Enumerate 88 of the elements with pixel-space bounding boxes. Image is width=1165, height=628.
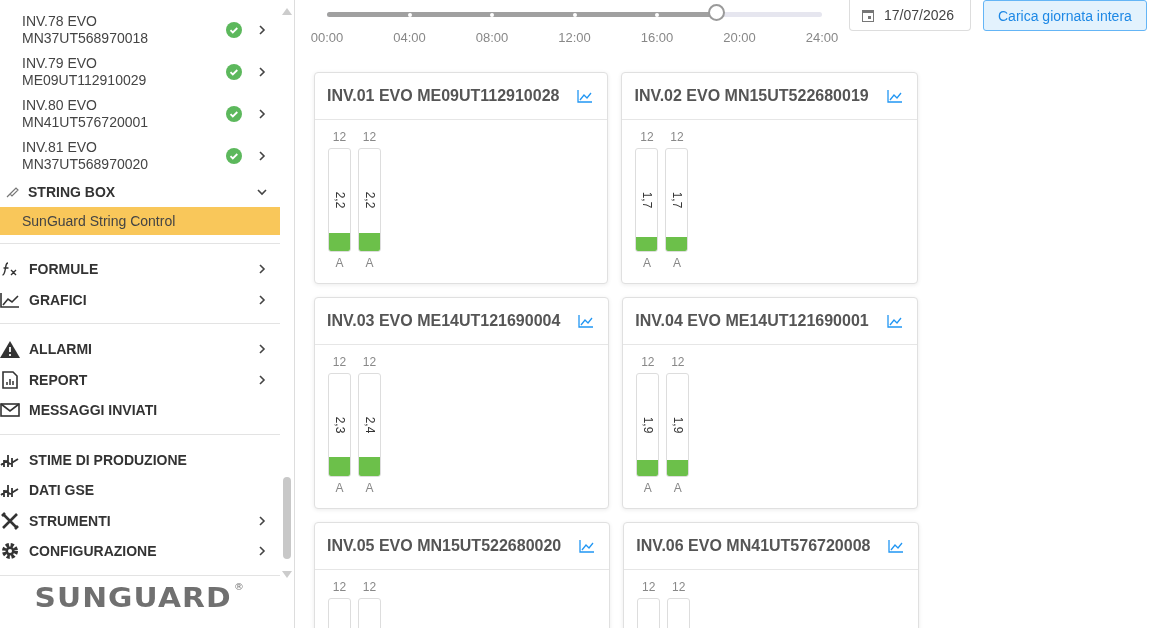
chevron-right-icon[interactable] [256, 343, 268, 356]
time-label: 24:00 [804, 30, 840, 45]
tools-icon [0, 511, 20, 530]
line-chart-icon[interactable] [888, 539, 905, 553]
check-icon [226, 22, 242, 38]
card-title: INV.01 EVO ME09UT112910028 [327, 87, 560, 105]
card-title: INV.03 EVO ME14UT121690004 [327, 312, 561, 330]
unit-label: A [672, 256, 681, 270]
menu-item[interactable]: STIME DI PRODUZIONE [29, 451, 268, 468]
chevron-right-icon[interactable] [256, 373, 268, 386]
max-label: 12 [672, 580, 686, 594]
line-chart-icon [0, 291, 20, 308]
card-title: INV.05 EVO MN15UT522680020 [327, 537, 562, 555]
chevron-right-icon[interactable] [256, 108, 268, 120]
time-label: 20:00 [722, 30, 757, 45]
max-label: 12 [362, 580, 377, 594]
calendar-icon [862, 8, 874, 22]
current-value: 2,4 [362, 416, 377, 434]
slider-thumb[interactable] [708, 4, 726, 21]
line-chart-icon[interactable] [886, 89, 903, 103]
chevron-right-icon[interactable] [256, 263, 268, 276]
inverter-name[interactable]: INV.80 EVO MN41UT576720001 [22, 97, 226, 131]
check-icon [226, 64, 242, 80]
menu-item[interactable]: STRUMENTI [29, 512, 247, 529]
max-label: 12 [362, 130, 377, 144]
current-value: 1,9 [640, 416, 655, 434]
card-title: INV.06 EVO MN41UT576720008 [636, 537, 871, 555]
time-label: 16:00 [639, 30, 675, 45]
inverter-name[interactable]: INV.78 EVO MN37UT568970018 [22, 13, 226, 47]
max-label: 12 [641, 355, 655, 369]
card-title: INV.04 EVO ME14UT121690001 [635, 312, 869, 330]
unit-label: A [642, 256, 651, 270]
chevron-right-icon[interactable] [256, 545, 268, 558]
inverter-name[interactable]: INV.79 EVO ME09UT112910029 [22, 55, 226, 89]
current-value: 1,7 [639, 191, 654, 209]
probe-icon [6, 186, 20, 198]
current-value: 2,2 [332, 191, 347, 209]
chevron-right-icon[interactable] [256, 24, 268, 36]
time-label: 00:00 [309, 30, 345, 45]
menu-item[interactable]: GRAFICI [29, 291, 247, 308]
menu-item[interactable]: DATI GSE [29, 482, 268, 499]
date-field[interactable]: 17/07/2026 [849, 0, 971, 31]
report-icon [0, 370, 20, 389]
submenu-item[interactable]: SunGuard String Control [0, 207, 280, 235]
max-label: 12 [332, 355, 347, 369]
menu-item[interactable]: REPORT [29, 371, 247, 388]
mail-icon [0, 403, 20, 418]
unit-label: A [643, 481, 652, 495]
check-icon [226, 106, 242, 122]
max-label: 12 [332, 130, 347, 144]
current-value: 1,7 [669, 191, 684, 209]
current-value: 2,2 [362, 191, 377, 209]
max-label: 12 [671, 355, 685, 369]
chevron-right-icon[interactable] [256, 514, 268, 527]
inverter-name[interactable]: INV.81 EVO MN37UT568970020 [22, 139, 226, 173]
menu-item[interactable]: STRING BOX [28, 184, 248, 200]
card-title: INV.02 EVO MN15UT522680019 [634, 87, 869, 105]
menu-item[interactable]: CONFIGURAZIONE [29, 543, 247, 560]
max-label: 12 [670, 130, 684, 144]
menu-item[interactable]: FORMULE [29, 261, 247, 278]
line-chart-icon[interactable] [579, 539, 596, 553]
time-label: 12:00 [557, 30, 592, 45]
bar-chart-icon [0, 482, 20, 499]
max-label: 12 [640, 130, 654, 144]
time-label: 04:00 [392, 30, 427, 45]
time-label: 08:00 [474, 30, 510, 45]
line-chart-icon[interactable] [577, 89, 594, 103]
unit-label: A [365, 481, 374, 495]
max-label: 12 [362, 355, 377, 369]
current-value: 2,3 [332, 416, 347, 434]
line-chart-icon[interactable] [578, 314, 595, 328]
unit-label: A [335, 481, 344, 495]
chevron-right-icon[interactable] [256, 150, 268, 162]
chevron-right-icon[interactable] [256, 293, 268, 306]
chevron-right-icon[interactable] [256, 66, 268, 78]
unit-label: A [365, 256, 374, 270]
line-chart-icon[interactable] [886, 314, 903, 328]
max-label: 12 [642, 580, 656, 594]
menu-item[interactable]: ALLARMI [29, 341, 247, 358]
check-icon [226, 148, 242, 164]
unit-label: A [673, 481, 682, 495]
logo: SUNGUARD® [34, 581, 246, 613]
unit-label: A [335, 256, 344, 270]
current-value: 1,9 [670, 416, 685, 434]
scrollbar-thumb[interactable] [283, 477, 291, 559]
max-label: 12 [332, 580, 347, 594]
menu-item[interactable]: MESSAGGI INVIATI [29, 402, 268, 419]
chevron-down-icon[interactable] [256, 186, 268, 198]
